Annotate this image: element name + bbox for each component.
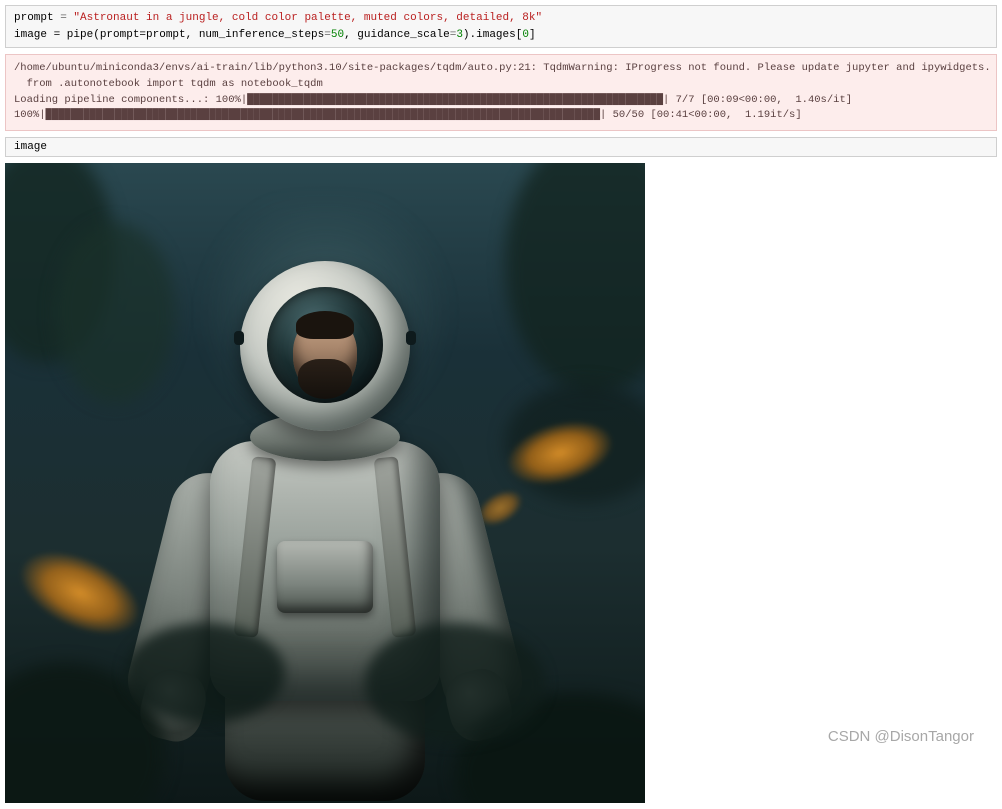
image-variable-cell: image xyxy=(5,137,997,157)
astronaut-beard xyxy=(298,359,352,399)
progress-stats: | 50/50 [00:41<00:00, 1.19it/s] xyxy=(600,109,802,121)
foliage-shape xyxy=(365,623,545,743)
helmet-visor xyxy=(267,287,383,403)
watermark-text: CSDN @DisonTangor xyxy=(828,728,974,745)
helmet-ear xyxy=(234,331,244,345)
stderr-output-cell: /home/ubuntu/miniconda3/envs/ai-train/li… xyxy=(5,54,997,131)
astronaut-face xyxy=(293,317,357,395)
foliage-shape xyxy=(125,623,285,723)
code-var: prompt xyxy=(14,12,54,24)
generated-image-output xyxy=(5,163,645,803)
code-string: "Astronaut in a jungle, cold color palet… xyxy=(73,12,542,24)
progress-label: Loading pipeline components...: 100%| xyxy=(14,94,247,106)
astronaut-hair xyxy=(296,311,354,339)
progress-label: 100%| xyxy=(14,109,46,121)
progress-stats: | 7/7 [00:09<00:00, 1.40s/it] xyxy=(663,94,852,106)
warning-line: /home/ubuntu/miniconda3/envs/ai-train/li… xyxy=(14,62,997,74)
foliage-shape xyxy=(505,163,645,393)
helmet-ear xyxy=(406,331,416,345)
astronaut-chestpack xyxy=(277,541,373,613)
warning-line: from .autonotebook import tqdm as notebo… xyxy=(14,78,323,90)
code-input-cell: prompt = "Astronaut in a jungle, cold co… xyxy=(5,5,997,48)
progress-bar: ████████████████████████████████████████… xyxy=(247,94,663,106)
progress-bar: ████████████████████████████████████████… xyxy=(46,109,601,121)
orange-fern xyxy=(6,534,153,652)
astronaut-helmet xyxy=(240,261,410,431)
